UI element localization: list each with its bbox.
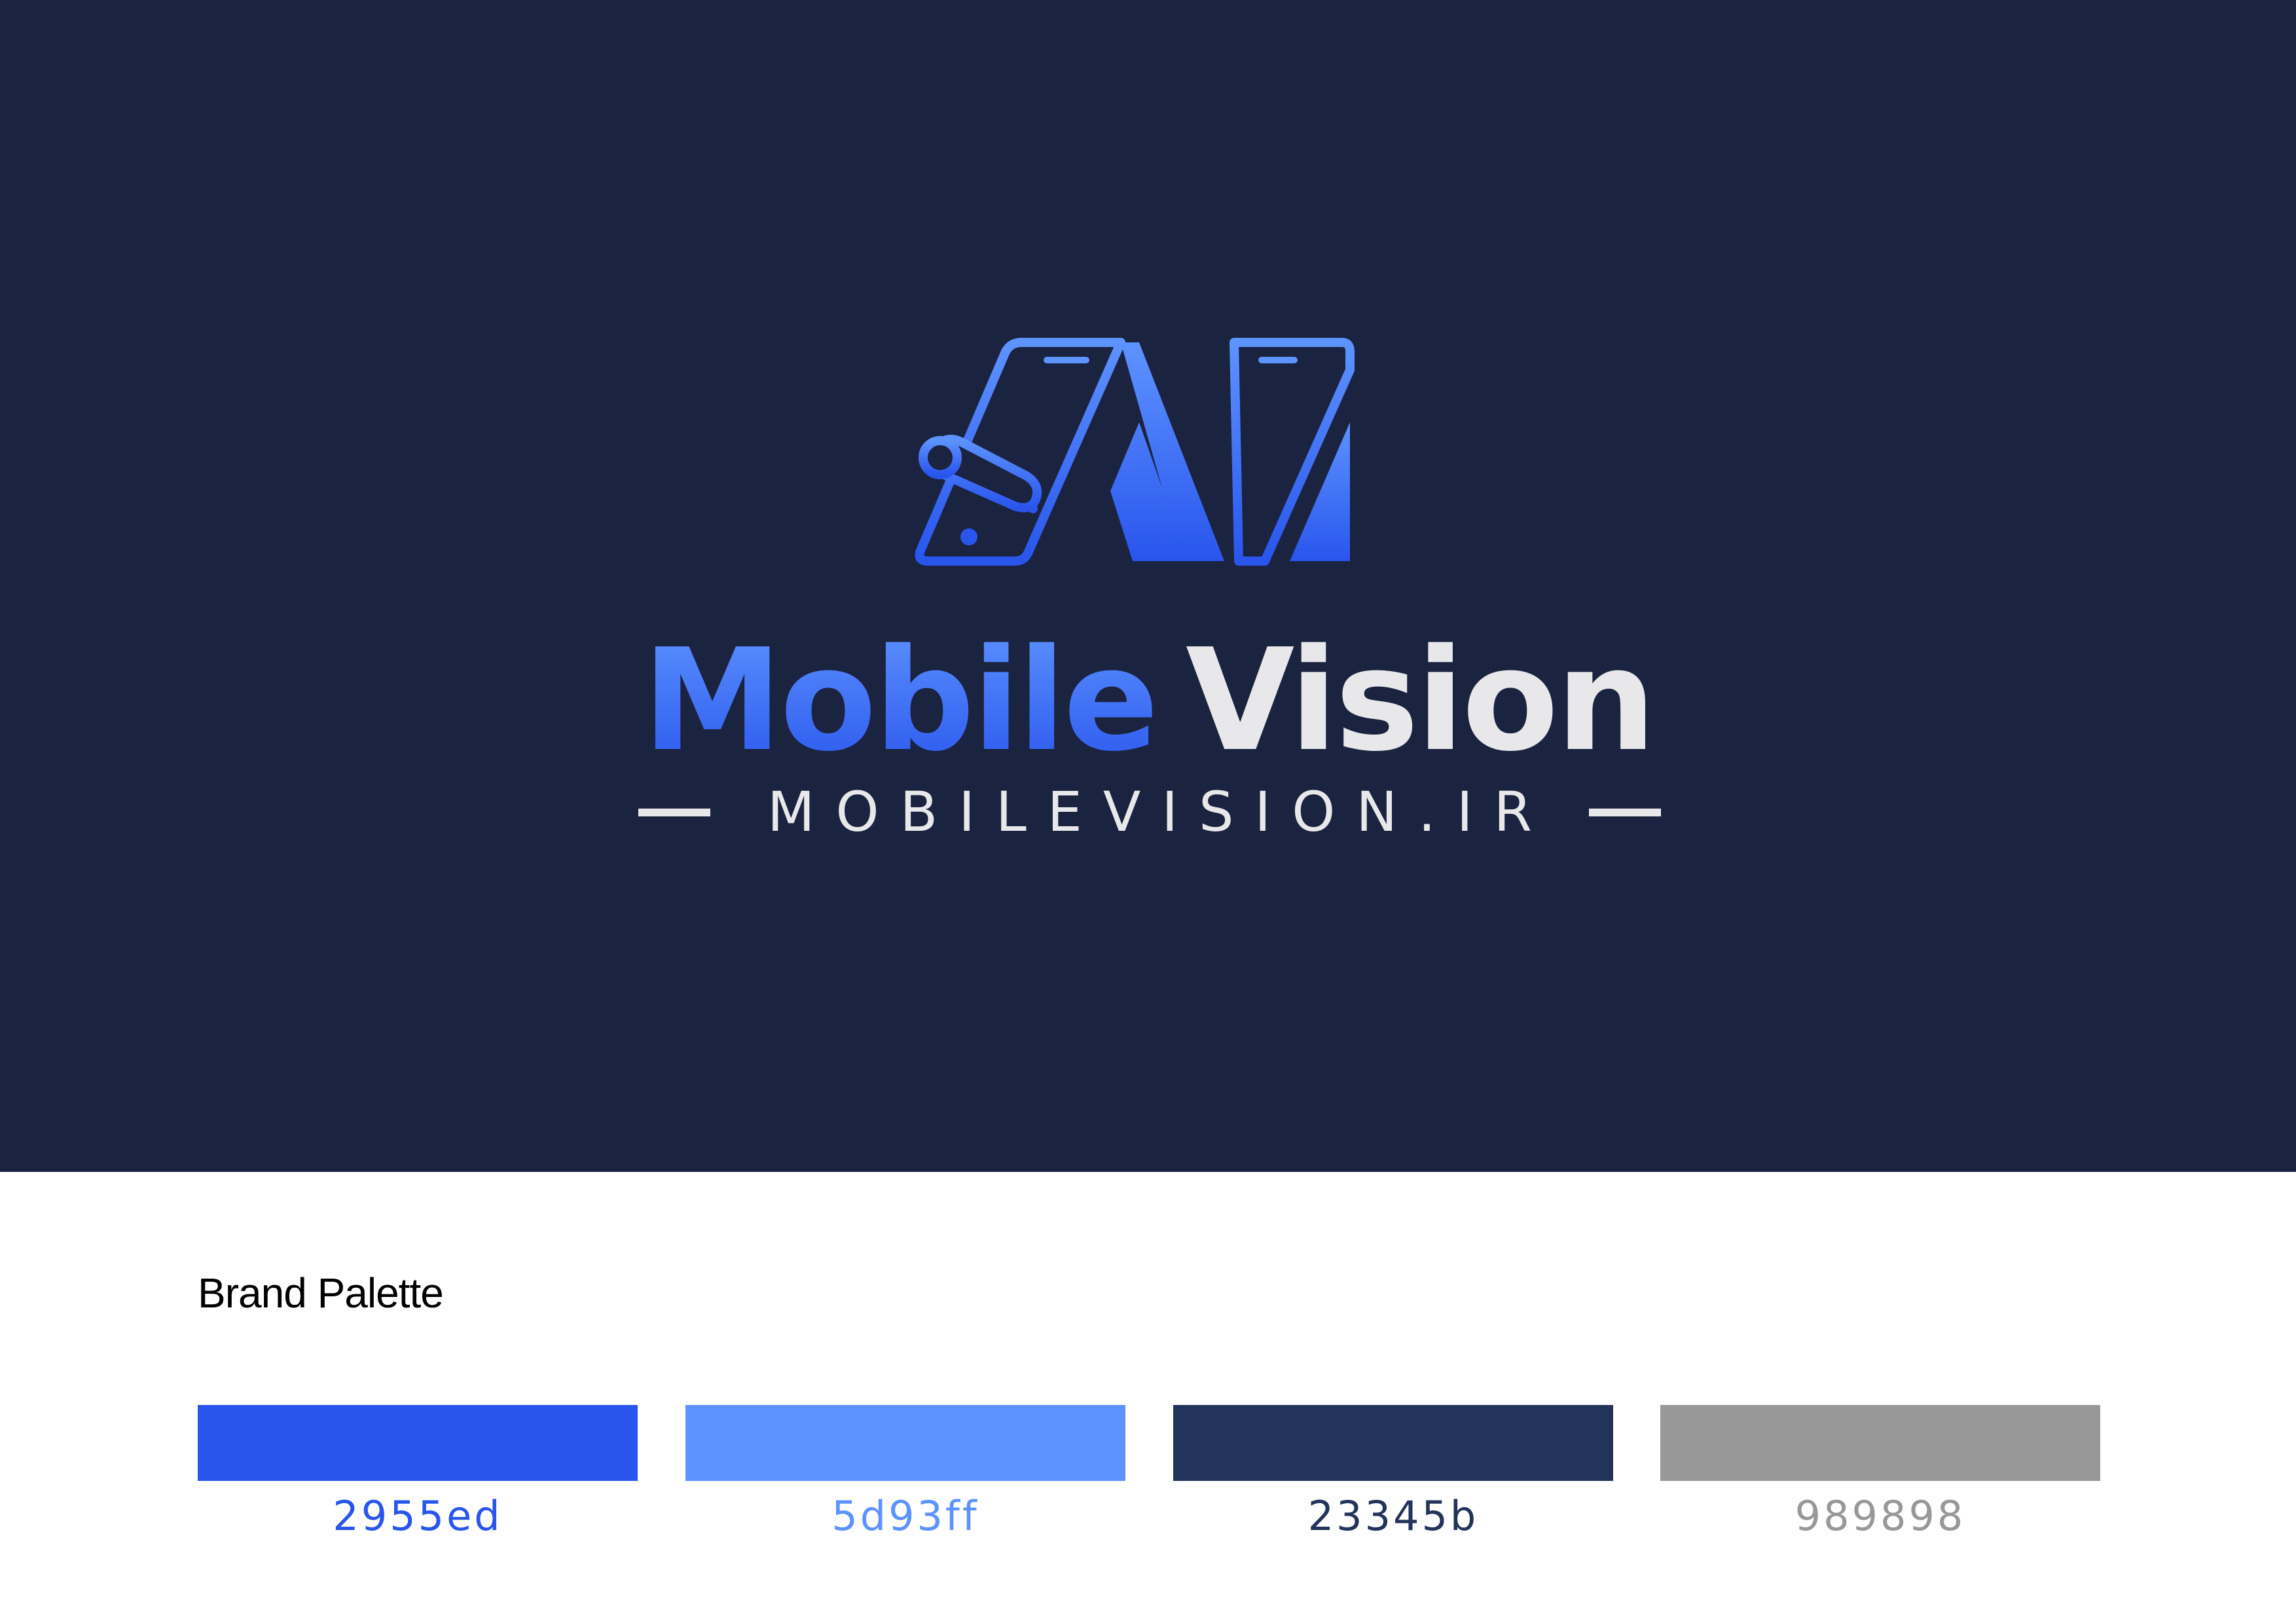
palette-swatch: 989898 — [1660, 1405, 2100, 1556]
logo-hero-panel: Mobile Vision MOBILEVISION.IR — [0, 0, 2296, 1172]
swatch-color-block — [198, 1405, 638, 1481]
brand-tagline: MOBILEVISION.IR — [767, 780, 1553, 844]
tagline-right-dash — [1589, 809, 1661, 816]
tagline-row: MOBILEVISION.IR — [638, 779, 1661, 845]
swatch-color-block — [1173, 1405, 1613, 1481]
phone-m-logo-icon — [915, 338, 1355, 566]
palette-swatch: 23345b — [1173, 1405, 1613, 1556]
swatch-code: 23345b — [1307, 1492, 1479, 1540]
brand-name-mobile: Mobile — [642, 618, 1159, 782]
brand-name-vision: Vision — [1186, 618, 1656, 782]
palette-title: Brand Palette — [198, 1269, 444, 1317]
swatch-code: 989898 — [1795, 1492, 1966, 1540]
palette-swatch: 5d93ff — [685, 1405, 1125, 1556]
brand-wordmark: Mobile Vision — [0, 625, 2296, 776]
swatch-code: 5d93ff — [831, 1492, 979, 1540]
tagline-left-dash — [638, 809, 710, 816]
swatch-code: 2955ed — [333, 1492, 503, 1540]
swatch-color-block — [685, 1405, 1125, 1481]
swatch-color-block — [1660, 1405, 2100, 1481]
palette-swatch: 2955ed — [198, 1405, 638, 1556]
brand-palette: 2955ed 5d93ff 23345b 989898 — [198, 1405, 2100, 1556]
